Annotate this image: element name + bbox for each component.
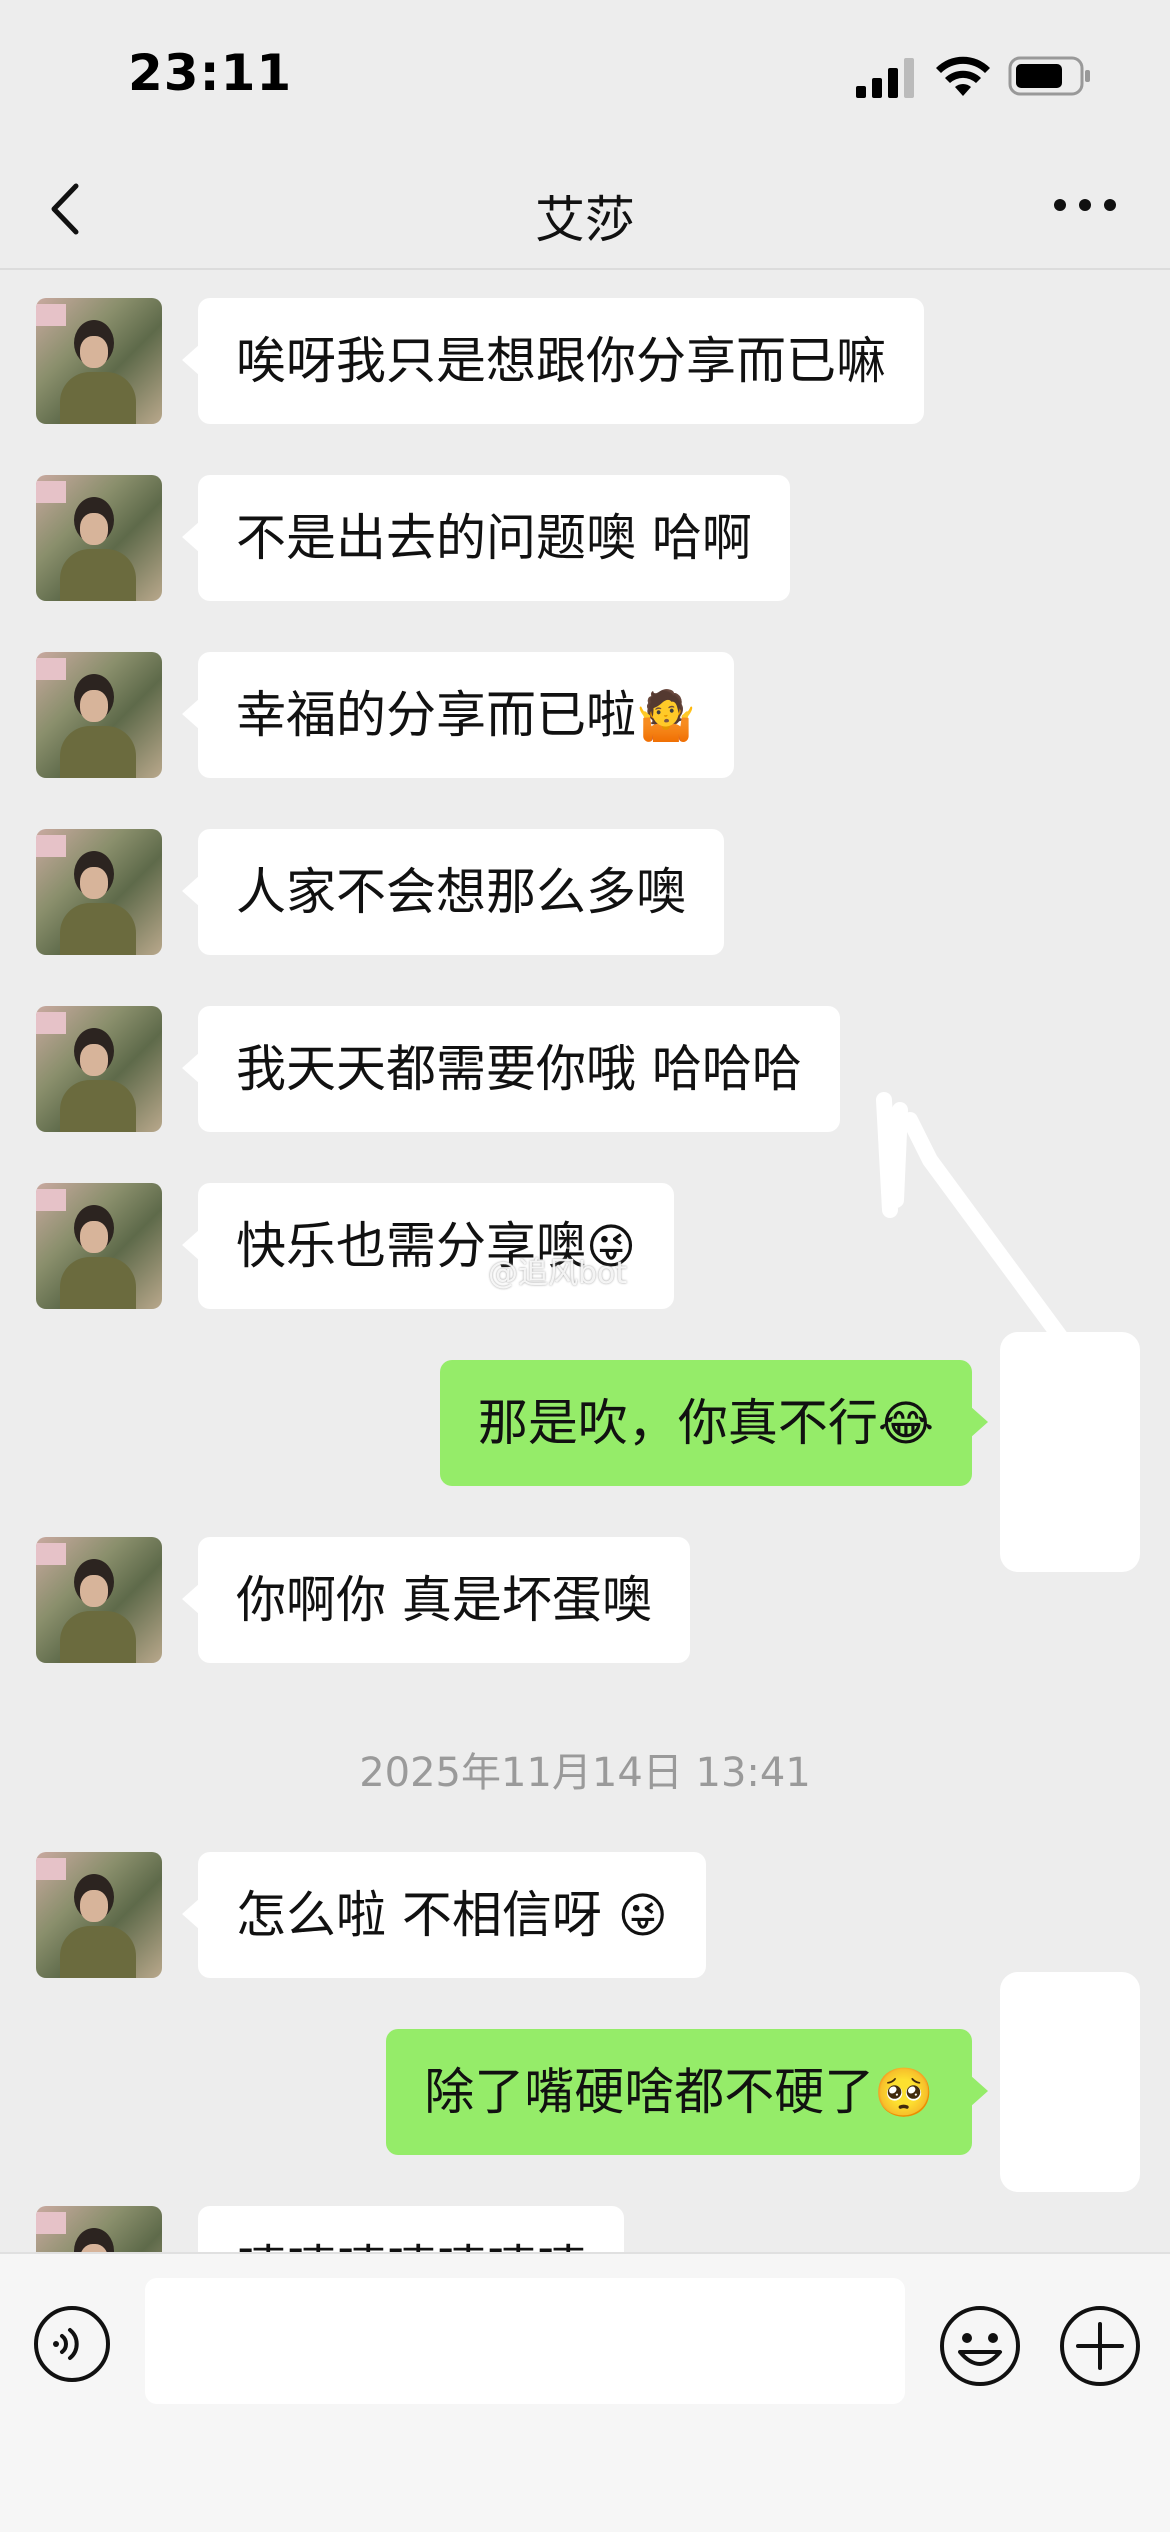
contact-avatar[interactable]	[36, 1183, 162, 1309]
message-text: 我天天都需要你哦 哈哈哈	[236, 1040, 802, 1098]
status-bar: 23:11	[0, 0, 1170, 150]
timestamp: 2025年11月14日 13:41	[359, 1750, 811, 1796]
message-bubble-incoming[interactable]: 唉呀我只是想跟你分享而已嘛	[182, 298, 924, 424]
message-bubble-outgoing[interactable]: 除了嘴硬啥都不硬了🥺	[386, 2029, 988, 2155]
message-bubble-incoming[interactable]: 嘻嘻嘻嘻嘻嘻嘻	[198, 2206, 624, 2252]
contact-avatar[interactable]	[36, 475, 162, 601]
message-bubble-incoming[interactable]: 幸福的分享而已啦🤷	[182, 652, 734, 778]
wink-tongue-emoji: 😜	[617, 1888, 668, 1944]
message-bubble-incoming[interactable]: 你啊你 真是坏蛋噢	[182, 1537, 690, 1663]
laughing-crying-emoji: 😂	[877, 1396, 934, 1452]
status-time: 23:11	[128, 44, 293, 102]
contact-avatar[interactable]	[36, 2206, 162, 2252]
message-text: 幸福的分享而已啦	[236, 686, 636, 744]
plus-icon[interactable]	[1058, 2304, 1142, 2388]
message-bubble-incoming[interactable]: 不是出去的问题噢 哈啊	[182, 475, 790, 601]
emoji-icon[interactable]	[938, 2304, 1022, 2388]
watermark: @追风bot	[488, 1256, 628, 1291]
message-text: 除了嘴硬啥都不硬了	[424, 2063, 875, 2121]
input-bar	[0, 2252, 1170, 2532]
contact-avatar[interactable]	[36, 1006, 162, 1132]
chat-title: 艾莎	[535, 191, 635, 249]
message-text: 你啊你 真是坏蛋噢	[236, 1571, 652, 1629]
battery-icon	[1008, 56, 1090, 96]
message-text: 那是吹，你真不行	[477, 1394, 878, 1452]
contact-avatar[interactable]	[36, 1537, 162, 1663]
message-bubble-incoming[interactable]: 人家不会想那么多噢	[182, 829, 724, 955]
message-text: 唉呀我只是想跟你分享而已嘛	[236, 332, 886, 390]
scribble-mark	[876, 1092, 1078, 1358]
voice-icon[interactable]	[32, 2304, 112, 2384]
more-icon[interactable]	[1050, 190, 1120, 220]
message-text: 怎么啦 不相信呀	[236, 1886, 618, 1944]
shrug-emoji: 🤷	[636, 688, 696, 744]
contact-avatar[interactable]	[36, 1852, 162, 1978]
pleading-emoji: 🥺	[874, 2065, 934, 2121]
nav-bar: 艾莎	[0, 150, 1170, 270]
message-bubble-incoming[interactable]: 我天天都需要你哦 哈哈哈	[182, 1006, 840, 1132]
contact-avatar[interactable]	[36, 829, 162, 955]
message-input[interactable]	[145, 2278, 905, 2404]
wifi-icon	[936, 56, 990, 96]
redaction-mark	[1000, 1972, 1140, 2192]
message-text: 不是出去的问题噢 哈啊	[236, 509, 752, 567]
contact-avatar[interactable]	[36, 652, 162, 778]
contact-avatar[interactable]	[36, 298, 162, 424]
signal-icon	[856, 58, 914, 98]
message-bubble-incoming[interactable]: 怎么啦 不相信呀 😜	[182, 1852, 706, 1978]
message-text: 嘻嘻嘻嘻嘻嘻嘻	[236, 2240, 586, 2252]
message-text: 人家不会想那么多噢	[236, 863, 686, 921]
